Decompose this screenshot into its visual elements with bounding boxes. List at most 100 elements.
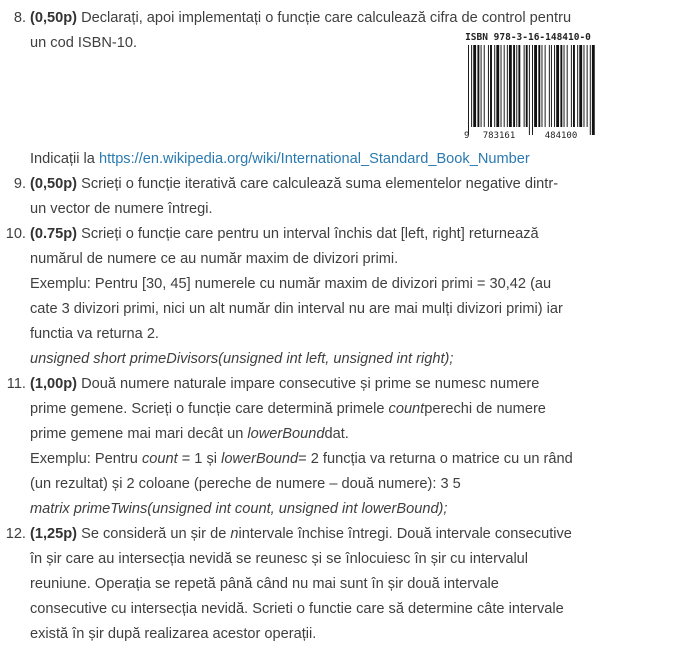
isbn-wikipedia-link[interactable]: https://en.wikipedia.org/wiki/Internatio…: [99, 151, 530, 167]
item-11-line-2: prime gemene. Scrieți o funcție care det…: [30, 399, 546, 419]
item-9-line-1: (0,50p) Scrieți o funcție iterativă care…: [30, 174, 558, 194]
barcode-bar: [500, 45, 502, 127]
item-11-example-lowerbound: lowerBound: [221, 451, 299, 467]
item-10-text-4: cate 3 divizori primi, nici un alt număr…: [30, 301, 563, 317]
barcode-bar: [528, 45, 530, 135]
barcode-bar: [473, 45, 477, 127]
barcode-bar: [496, 45, 500, 127]
barcode-bar: [518, 45, 521, 127]
item-8-hint: Indicații la https://en.wikipedia.org/wi…: [30, 149, 530, 169]
barcode-bar: [556, 45, 560, 127]
item-11-signature: matrix primeTwins(unsigned int count, un…: [30, 499, 447, 519]
item-8-text-2: un cod ISBN-10.: [30, 35, 138, 51]
barcode-bar: [513, 45, 516, 127]
barcode-bar: [566, 45, 568, 127]
barcode-bar: [490, 45, 492, 127]
item-10-text-5: functia va returna 2.: [30, 326, 159, 342]
barcode-bar: [477, 45, 480, 127]
item-11-line-3: prime gemene mai mari decât un lowerBoun…: [30, 424, 349, 444]
item-9-number: 9.: [13, 176, 26, 192]
barcode-bar: [550, 45, 552, 127]
barcode-bar: [525, 45, 528, 127]
barcode-bar: [523, 45, 525, 127]
item-8-number: 8.: [13, 10, 26, 26]
barcode-bar: [573, 45, 575, 127]
item-8-line-1: (0,50p) Declarați, apoi implementați o f…: [30, 8, 571, 28]
item-10-text-2: numărul de numere ce au număr maxim de d…: [30, 251, 399, 267]
barcode-bar: [508, 45, 512, 127]
item-10-signature-text: unsigned short primeDivisors(unsigned in…: [30, 351, 454, 367]
barcode-bar: [563, 45, 565, 127]
barcode-bar: [468, 45, 469, 135]
item-11-text-4a: Exemplu: Pentru: [30, 451, 138, 467]
item-11-text-4b: = 1 și: [181, 451, 218, 467]
item-12-text-2: în șir care au intersecția nevidă se reu…: [30, 551, 529, 567]
item-10-line-1: (0.75p) Scrieți o funcție care pentru un…: [30, 224, 539, 244]
barcode-bar: [494, 45, 496, 127]
item-11-number: 11.: [6, 376, 26, 392]
barcode-bar: [589, 45, 591, 135]
item-11-line-4: Exemplu: Pentru count = 1 și lowerBound=…: [30, 449, 573, 469]
barcode-bar: [583, 45, 585, 127]
barcode-digit-lead: 9: [464, 131, 469, 141]
item-10-number: 10.: [5, 226, 26, 242]
item-10-text-3: Exemplu: Pentru [30, 45] numerele cu num…: [30, 276, 552, 292]
item-12-text-1a: Se consideră un șir de: [81, 526, 227, 542]
item-12-points: (1,25p): [30, 526, 78, 542]
barcode-bar: [503, 45, 505, 127]
barcode-bar: [554, 45, 556, 127]
item-10-points: (0.75p): [30, 226, 78, 242]
barcode-bar: [586, 45, 588, 127]
barcode-bar: [579, 45, 583, 127]
barcode-bar: [506, 45, 508, 127]
barcode-bar: [541, 45, 543, 127]
barcode-bar: [534, 45, 537, 127]
barcode-bar: [487, 45, 489, 127]
item-12-n-term: n: [230, 526, 239, 542]
item-11-points: (1,00p): [30, 376, 78, 392]
barcode-bar: [577, 45, 579, 127]
barcode-bars: [468, 45, 595, 135]
item-11-text-1: Două numere naturale impare consecutive …: [81, 376, 540, 392]
item-10-text-1: Scrieți o funcție care pentru un interva…: [81, 226, 539, 242]
item-11-text-4c: = 2 funcția va returna o matrice cu un r…: [298, 451, 573, 467]
item-10-signature: unsigned short primeDivisors(unsigned in…: [30, 349, 453, 369]
item-12-text-1b: intervale închise întregi. Două interval…: [238, 526, 572, 542]
item-9-text-2: un vector de numere întregi.: [30, 201, 213, 217]
isbn-barcode: ISBN 978-3-16-148410-0 9 783161 484100: [464, 32, 595, 141]
item-12-text-3: reuniune. Operația se repetă până când n…: [30, 576, 499, 592]
item-8-hint-label: Indicații la: [30, 151, 95, 167]
item-11-line-1: (1,00p) Două numere naturale impare cons…: [30, 374, 539, 394]
item-11-count-term: count: [388, 401, 425, 417]
barcode-top-text: ISBN 978-3-16-148410-0: [465, 32, 591, 43]
item-12-number: 12.: [5, 526, 26, 542]
item-12-text-5: există în șir după realizarea acestor op…: [30, 626, 317, 642]
item-11-text-5: (un rezultat) și 2 coloane (pereche de n…: [30, 476, 461, 492]
item-11-lowerbound-term: lowerBound: [247, 426, 325, 442]
item-8-text-1: Declarați, apoi implementați o funcție c…: [81, 10, 572, 26]
barcode-bar: [538, 45, 541, 127]
barcode-bar: [483, 45, 485, 127]
item-9-points: (0,50p): [30, 176, 78, 192]
item-12-text-4: consecutive cu intersecția nevidă. Scrie…: [30, 601, 564, 617]
item-12-line-1: (1,25p) Se consideră un șir de ninterval…: [30, 524, 572, 544]
barcode-digits-right: 484100: [545, 131, 578, 141]
barcode-bar: [560, 45, 563, 127]
barcode-bar: [471, 45, 473, 135]
item-8-points: (0,50p): [30, 10, 78, 26]
barcode-bar: [570, 45, 572, 127]
barcode-digits-left: 783161: [483, 131, 516, 141]
item-11-signature-text: matrix primeTwins(unsigned int count, un…: [30, 501, 448, 517]
barcode-bar: [544, 45, 546, 127]
barcode-bar: [548, 45, 550, 127]
item-11-text-3: prime gemene mai mari decât un: [30, 426, 244, 442]
barcode-bar: [591, 45, 595, 135]
item-11-text-2: prime gemene. Scrieți o funcție care det…: [30, 401, 385, 417]
barcode-bar: [532, 45, 533, 135]
barcode-bar: [516, 45, 518, 127]
item-11-text-3-end: dat.: [324, 426, 349, 442]
item-11-example-count: count: [141, 451, 178, 467]
item-9-text-1: Scrieți o funcție iterativă care calcule…: [81, 176, 559, 192]
item-11-text-2-end: perechi de numere: [424, 401, 546, 417]
barcode-bar: [480, 45, 482, 127]
